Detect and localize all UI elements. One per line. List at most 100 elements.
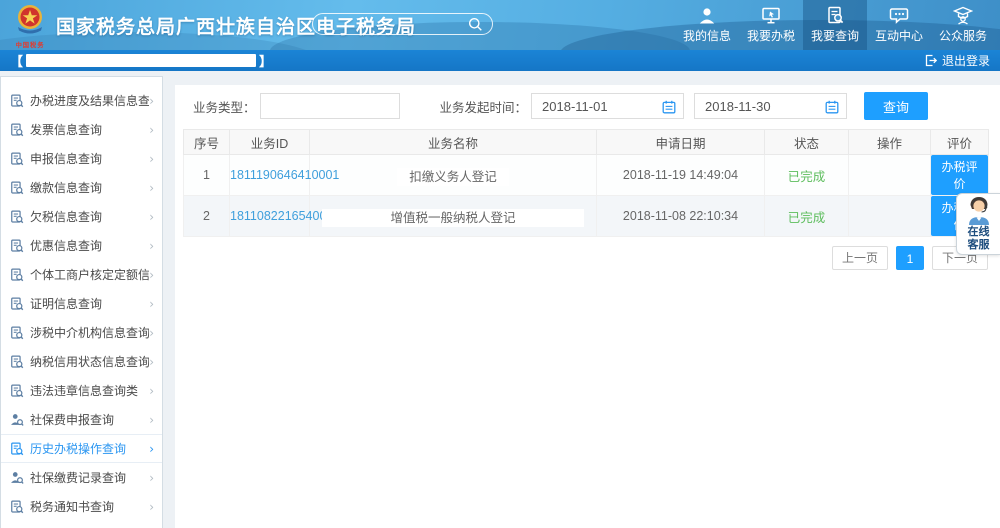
sidebar-item-individual-quota-query[interactable]: 个体工商户核定定额信息查询 ›	[1, 260, 162, 289]
cell-index: 1	[184, 155, 230, 196]
start-time-label: 业务发起时间：	[440, 97, 528, 116]
logout-icon	[924, 54, 937, 67]
page: 中国税务 国家税务总局广西壮族自治区电子税务局 我的信息	[0, 0, 1000, 528]
logout-button[interactable]: 退出登录	[924, 52, 990, 69]
col-index: 序号	[184, 130, 230, 155]
calendar-icon[interactable]	[825, 100, 839, 114]
sidebar-item-tax-arrears-query[interactable]: 欠税信息查询 ›	[1, 202, 162, 231]
col-apply-date: 申请日期	[597, 130, 765, 155]
scholar-cap-icon	[953, 6, 973, 25]
business-type-label: 业务类型：	[193, 97, 256, 116]
chevron-right-icon: ›	[149, 384, 154, 398]
business-type-input[interactable]	[260, 93, 400, 119]
main-content: 业务类型： 业务发起时间：	[175, 85, 1000, 528]
prev-page-button[interactable]: 上一页	[832, 246, 888, 270]
nav-my-info[interactable]: 我的信息	[675, 0, 739, 50]
nav-public-service[interactable]: 公众服务	[931, 0, 995, 50]
sidebar-item-payment-info-query[interactable]: 缴款信息查询 ›	[1, 173, 162, 202]
col-operation: 操作	[849, 130, 931, 155]
sidebar-item-declaration-info-query[interactable]: 申报信息查询 ›	[1, 144, 162, 173]
date-to-input[interactable]	[695, 99, 813, 114]
chevron-right-icon: ›	[149, 94, 154, 108]
col-status: 状态	[765, 130, 849, 155]
sidebar-item-invoice-info-query[interactable]: 发票信息查询 ›	[1, 115, 162, 144]
top-header: 中国税务 国家税务总局广西壮族自治区电子税务局 我的信息	[0, 0, 1000, 50]
logout-label: 退出登录	[942, 52, 990, 69]
sidebar-item-tax-notice-query[interactable]: 税务通知书查询 ›	[1, 492, 162, 521]
chevron-right-icon: ›	[149, 471, 154, 485]
nav-query[interactable]: 我要查询	[803, 0, 867, 50]
status-badge: 已完成	[788, 170, 826, 184]
header-nav: 我的信息 我要办税 我要查询	[675, 0, 995, 50]
col-business-id: 业务ID	[230, 130, 310, 155]
chevron-right-icon: ›	[149, 355, 154, 369]
monitor-cursor-icon	[761, 6, 781, 25]
service-label-line1: 在线	[968, 226, 990, 239]
chevron-right-icon: ›	[149, 239, 154, 253]
doc-search-icon	[10, 152, 24, 166]
chevron-right-icon: ›	[149, 181, 154, 195]
sidebar-item-intermediary-info-query[interactable]: 涉税中介机构信息查询 ›	[1, 318, 162, 347]
logo-caption: 中国税务	[10, 41, 50, 50]
national-emblem-icon	[14, 3, 46, 35]
business-name: 增值税一般纳税人登记	[322, 209, 583, 227]
business-id-link[interactable]: 1811190646410001	[230, 168, 339, 182]
doc-search-icon	[10, 297, 24, 311]
nav-interaction-center[interactable]: 互动中心	[867, 0, 931, 50]
table-row: 2 1811082216540001 增值税一般纳税人登记 2018-11-08…	[184, 196, 989, 237]
user-icon	[697, 6, 717, 25]
bracket-close: 】	[259, 51, 272, 70]
chevron-right-icon: ›	[149, 210, 154, 224]
table-row: 1 1811190646410001 扣缴义务人登记 2018-11-19 14…	[184, 155, 989, 196]
header-search-input[interactable]	[312, 13, 493, 35]
date-to-field[interactable]	[694, 93, 847, 119]
nav-label: 我要办税	[747, 27, 795, 44]
chevron-right-icon: ›	[149, 500, 154, 514]
date-from-field[interactable]	[531, 93, 684, 119]
status-badge: 已完成	[788, 211, 826, 225]
chevron-right-icon: ›	[149, 152, 154, 166]
evaluate-button[interactable]: 办税评价	[931, 155, 988, 195]
nav-label: 我要查询	[811, 27, 859, 44]
cell-index: 2	[184, 196, 230, 237]
person-search-icon	[10, 471, 24, 485]
service-label-line2: 客服	[968, 239, 990, 252]
operation-cell	[849, 155, 931, 196]
chevron-right-icon: ›	[149, 326, 154, 340]
chevron-right-icon: ›	[149, 123, 154, 137]
doc-search-icon	[10, 94, 24, 108]
operation-cell	[849, 196, 931, 237]
sidebar-item-preference-info-query[interactable]: 优惠信息查询 ›	[1, 231, 162, 260]
sidebar-item-social-insurance-declare-query[interactable]: 社保费申报查询 ›	[1, 405, 162, 434]
sidebar-item-tax-progress-query[interactable]: 办税进度及结果信息查询 ›	[1, 86, 162, 115]
doc-search-icon	[10, 239, 24, 253]
nav-label: 公众服务	[939, 27, 987, 44]
sidebar-item-certificate-info-query[interactable]: 证明信息查询 ›	[1, 289, 162, 318]
online-service-widget[interactable]: 在线 客服	[956, 193, 1000, 255]
sidebar-item-history-operation-query[interactable]: 历史办税操作查询 ›	[1, 434, 162, 463]
doc-search-icon	[10, 442, 24, 456]
calendar-icon[interactable]	[662, 100, 676, 114]
business-name: 扣缴义务人登记	[397, 168, 509, 186]
doc-search-icon	[10, 181, 24, 195]
person-search-icon	[10, 413, 24, 427]
doc-search-icon	[10, 500, 24, 514]
query-filters: 业务类型： 业务发起时间：	[193, 92, 1000, 120]
table-header-row: 序号 业务ID 业务名称 申请日期 状态 操作 评价	[184, 130, 989, 155]
sidebar-item-violation-info-query[interactable]: 违法违章信息查询类 ›	[1, 376, 162, 405]
doc-search-icon	[825, 6, 845, 25]
nav-label: 互动中心	[875, 27, 923, 44]
current-page-button[interactable]: 1	[896, 246, 924, 270]
doc-search-icon	[10, 355, 24, 369]
result-table: 序号 业务ID 业务名称 申请日期 状态 操作 评价 1 18111906464…	[183, 129, 989, 237]
doc-search-icon	[10, 268, 24, 282]
date-from-input[interactable]	[532, 99, 650, 114]
nav-label: 我的信息	[683, 27, 731, 44]
nav-tax-handling[interactable]: 我要办税	[739, 0, 803, 50]
sidebar-item-social-insurance-payment-query[interactable]: 社保缴费记录查询 ›	[1, 463, 162, 492]
chat-bubble-icon	[889, 6, 909, 25]
user-bar: 【 】 退出登录	[0, 50, 1000, 71]
query-button[interactable]: 查询	[864, 92, 928, 120]
tax-bureau-logo: 中国税务	[8, 3, 52, 50]
sidebar-item-credit-status-query[interactable]: 纳税信用状态信息查询 ›	[1, 347, 162, 376]
